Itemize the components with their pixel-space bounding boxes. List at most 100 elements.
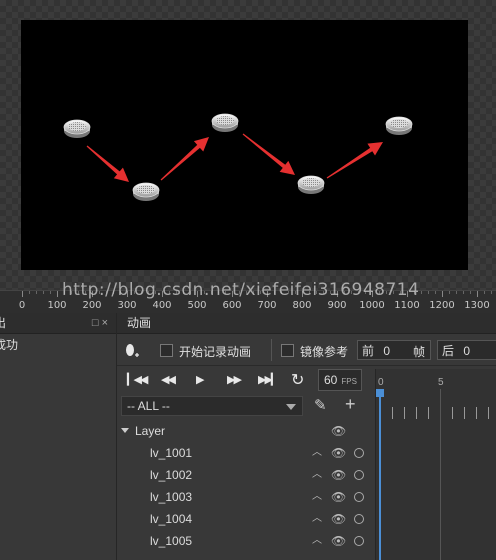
ruler-minor-tick <box>456 291 457 294</box>
layer-row[interactable]: lv_1001 ︿ 👁 <box>117 442 375 464</box>
chevron-up-icon[interactable]: ︿ <box>312 442 322 464</box>
playhead[interactable] <box>379 389 381 560</box>
disc-sprite <box>385 116 413 135</box>
left-panel: 出 □ × 成功 <box>0 313 117 560</box>
layer-filter-value: -- ALL -- <box>127 399 170 413</box>
panel-window-icons[interactable]: □ × <box>92 313 108 333</box>
ruler-label: 1300 <box>464 300 490 311</box>
layer-list: Layer 👁 lv_1001 ︿ 👁 lv_1002 ︿ 👁 lv_1003 ︿ 👁 lv_10… <box>117 420 375 552</box>
lock-circle-icon[interactable] <box>354 492 364 502</box>
loop-icon[interactable]: ↻ <box>291 370 304 390</box>
eye-icon[interactable]: 👁 <box>331 442 346 464</box>
motion-arrows <box>86 133 383 182</box>
scene-canvas[interactable] <box>21 20 468 270</box>
chevron-up-icon[interactable]: ︿ <box>312 530 322 552</box>
add-keyframe-icon[interactable] <box>125 343 139 359</box>
layer-row[interactable]: lv_1003 ︿ 👁 <box>117 486 375 508</box>
add-layer-icon[interactable]: + <box>345 394 356 415</box>
onion-before-value: 0 <box>383 344 391 358</box>
frame-tick <box>488 407 489 419</box>
play-button[interactable]: ▶ <box>196 373 205 386</box>
lock-circle-icon[interactable] <box>354 536 364 546</box>
onion-before-label: 前 <box>362 344 375 358</box>
next-frame-button[interactable]: ▶▶ <box>227 373 242 386</box>
ruler-label: 700 <box>257 300 277 311</box>
ruler-minor-tick <box>449 291 450 294</box>
eye-icon[interactable]: 👁 <box>331 508 346 530</box>
fps-field[interactable]: 60 FPS <box>318 369 362 391</box>
frame-tick <box>452 407 453 419</box>
ruler-major-tick <box>442 291 443 297</box>
ruler-minor-tick <box>463 291 464 294</box>
eye-icon[interactable]: 👁 <box>331 420 346 442</box>
ruler-minor-tick <box>43 291 44 294</box>
left-panel-title[interactable]: 出 <box>0 313 6 333</box>
disc-sprite <box>211 113 239 132</box>
timeline-label-0: 0 <box>378 377 384 388</box>
ruler-label: 1000 <box>359 300 385 311</box>
layer-name: lv_1003 <box>150 490 193 504</box>
previous-frame-button[interactable]: ◀◀ <box>161 373 176 386</box>
ruler-major-tick <box>22 291 23 297</box>
scene-graphics <box>63 113 413 201</box>
last-frame-button[interactable]: ▶▶▎ <box>258 373 279 386</box>
ruler-label: 600 <box>222 300 242 311</box>
ruler-label: 0 <box>18 300 26 311</box>
layer-name: lv_1005 <box>150 534 193 548</box>
record-animation-checkbox[interactable] <box>160 344 173 357</box>
animation-panel-title[interactable]: 动画 <box>117 313 496 334</box>
chevron-up-icon[interactable]: ︿ <box>312 464 322 486</box>
frame-tick <box>392 407 393 419</box>
lock-circle-icon[interactable] <box>354 514 364 524</box>
eye-icon[interactable]: 👁 <box>331 486 346 508</box>
ruler-minor-tick <box>29 291 30 294</box>
animation-toolbar: 开始记录动画 镜像参考 前 0 帧 后 0 <box>117 335 496 366</box>
chevron-down-icon <box>286 404 296 410</box>
onion-after-label: 后 <box>442 344 455 358</box>
ruler-minor-tick <box>428 291 429 294</box>
eye-icon[interactable]: 👁 <box>331 464 346 486</box>
eye-icon[interactable]: 👁 <box>331 530 346 552</box>
pencil-icon[interactable]: ✎ <box>314 396 327 414</box>
frame-unit-label: 帧 <box>413 345 426 359</box>
expand-triangle-icon[interactable] <box>121 428 129 433</box>
record-animation-label: 开始记录动画 <box>179 345 252 359</box>
timeline-area[interactable]: 0 5 <box>375 369 496 560</box>
watermark-text: http://blog.csdn.net/xiefeifei316948714 <box>62 280 420 300</box>
ruler-label: 400 <box>152 300 172 311</box>
playhead-handle[interactable] <box>376 389 384 397</box>
ruler-major-tick <box>477 291 478 297</box>
toolbar-divider <box>271 339 272 361</box>
layer-name: lv_1001 <box>150 446 193 460</box>
first-frame-button[interactable]: ▎◀◀ <box>127 373 148 386</box>
disc-sprite <box>132 182 160 201</box>
playback-controls: ▎◀◀ ◀◀ ▶ ▶▶ ▶▶▎ ↻ 60 FPS <box>117 369 375 393</box>
fps-unit: FPS <box>341 377 357 386</box>
layer-root-row[interactable]: Layer 👁 <box>117 420 375 442</box>
mirror-reference-checkbox[interactable] <box>281 344 294 357</box>
timeline-gridline <box>440 389 441 560</box>
layer-name: lv_1002 <box>150 468 193 482</box>
lock-circle-icon[interactable] <box>354 470 364 480</box>
ruler-minor-tick <box>421 291 422 294</box>
frame-tick <box>404 407 405 419</box>
ruler-label: 300 <box>117 300 137 311</box>
ruler-label: 200 <box>82 300 102 311</box>
motion-arrow <box>86 145 129 182</box>
layer-filter-select[interactable]: -- ALL -- <box>121 396 303 416</box>
disc-sprite <box>63 119 91 138</box>
layer-row[interactable]: lv_1005 ︿ 👁 <box>117 530 375 552</box>
ruler-minor-tick <box>491 291 492 294</box>
layer-row[interactable]: lv_1004 ︿ 👁 <box>117 508 375 530</box>
motion-arrow <box>242 133 295 175</box>
timeline-label-5: 5 <box>438 377 444 388</box>
chevron-up-icon[interactable]: ︿ <box>312 508 322 530</box>
onion-after-value: 0 <box>463 344 471 358</box>
layer-row[interactable]: lv_1002 ︿ 👁 <box>117 464 375 486</box>
layer-name: lv_1004 <box>150 512 193 526</box>
ruler-minor-tick <box>484 291 485 294</box>
chevron-up-icon[interactable]: ︿ <box>312 486 322 508</box>
onion-after-field[interactable]: 后 0 <box>437 340 496 360</box>
disc-sprite <box>297 175 325 194</box>
lock-circle-icon[interactable] <box>354 448 364 458</box>
